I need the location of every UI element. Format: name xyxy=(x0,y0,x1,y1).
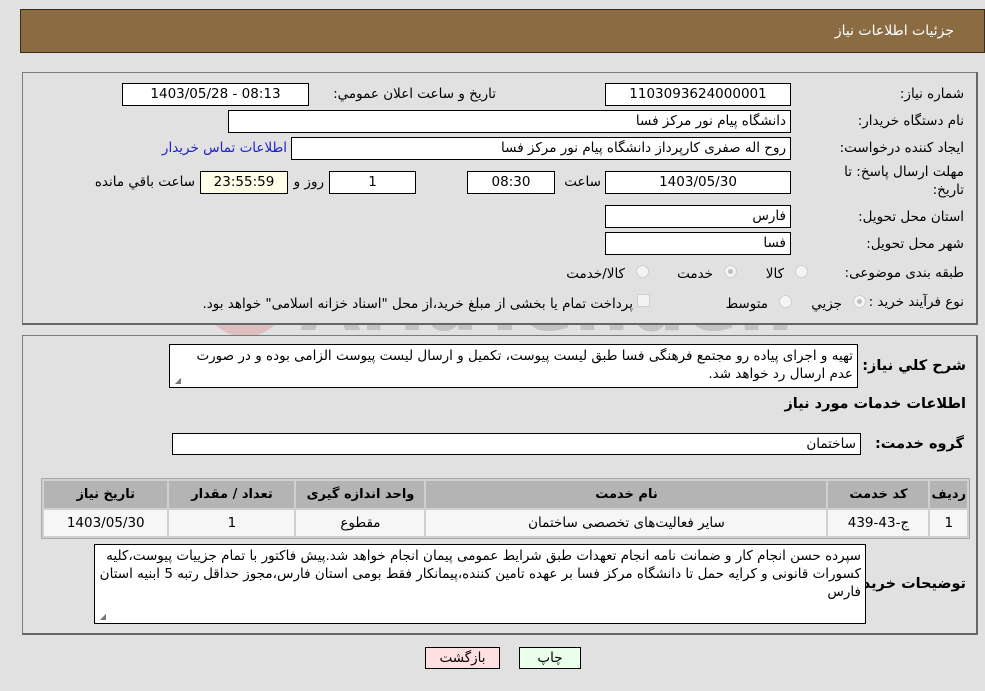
back-button[interactable]: بازگشت xyxy=(425,647,500,669)
process-minor-label: جزيي xyxy=(811,296,842,312)
page-header: جزئيات اطلاعات نياز xyxy=(20,9,985,53)
services-heading: اطلاعات خدمات مورد نياز xyxy=(784,396,966,412)
resize-grip-icon[interactable]: ◢ xyxy=(98,613,106,621)
days-label: روز و xyxy=(293,174,324,190)
buyer-contact-link[interactable]: اطلاعات تماس خريدار xyxy=(162,140,287,156)
city-field: فسا xyxy=(605,232,791,255)
cell-service-name: ساير فعاليت‌های تخصصی ساختمان xyxy=(426,510,827,536)
need-number-field: 1103093624000001 xyxy=(605,83,791,106)
announce-date-field: 1403/05/28 - 08:13 xyxy=(122,83,309,106)
category-goods-service-radio[interactable] xyxy=(636,265,649,278)
category-service-label: خدمت xyxy=(677,266,713,282)
creator-field: روح اله صفری کارپرداز دانشگاه پیام نور م… xyxy=(291,137,791,160)
cell-unit: مقطوع xyxy=(296,510,425,536)
col-row-number: رديف xyxy=(930,481,967,508)
deadline-time-field: 08:30 xyxy=(467,171,555,194)
print-button[interactable]: چاپ xyxy=(519,647,581,669)
summary-label: شرح کلي نياز: xyxy=(862,358,966,374)
category-goods-label: کالا xyxy=(765,266,784,282)
time-remaining-label: ساعت باقي مانده xyxy=(94,174,195,190)
province-field: فارس xyxy=(605,205,791,228)
deadline-label: مهلت ارسال پاسخ: تا xyxy=(844,164,964,180)
service-needs-panel: شرح کلي نياز: تهيه و اجرای پياده رو مجتم… xyxy=(22,335,978,635)
buyer-org-field: دانشگاه پیام نور مرکز فسا xyxy=(228,110,791,133)
col-service-code: کد خدمت xyxy=(828,481,929,508)
category-service-radio[interactable] xyxy=(724,265,737,278)
col-quantity: تعداد / مقدار xyxy=(169,481,295,508)
summary-text: تهيه و اجرای پياده رو مجتمع فرهنگی فسا ط… xyxy=(196,348,853,382)
need-details-panel: شماره نياز: 1103093624000001 تاريخ و ساع… xyxy=(22,72,978,325)
treasury-bonds-checkbox[interactable] xyxy=(637,294,650,307)
process-minor-radio[interactable] xyxy=(853,295,866,308)
process-medium-label: متوسط xyxy=(725,296,768,312)
col-need-date: تاريخ نياز xyxy=(44,481,168,508)
services-table: رديف کد خدمت نام خدمت واحد اندازه گيری ت… xyxy=(41,478,970,539)
category-goods-service-label: کالا/خدمت xyxy=(566,266,625,282)
deadline-date-field: 1403/05/30 xyxy=(605,171,791,194)
col-unit: واحد اندازه گيری xyxy=(296,481,425,508)
process-type-label: نوع فرآیند خرید : xyxy=(868,294,964,310)
service-group-field: ساختمان xyxy=(172,433,861,455)
table-header-row: رديف کد خدمت نام خدمت واحد اندازه گيری ت… xyxy=(44,481,967,508)
days-remaining-field: 1 xyxy=(329,171,416,194)
cell-quantity: 1 xyxy=(169,510,295,536)
announce-date-label: تاريخ و ساعت اعلان عمومي: xyxy=(333,86,496,102)
cell-row-number: 1 xyxy=(930,510,967,536)
time-remaining-field: 23:55:59 xyxy=(200,171,288,194)
creator-label: ايجاد کننده درخواست: xyxy=(839,140,964,156)
buyer-org-label: نام دستگاه خريدار: xyxy=(857,113,964,129)
cell-need-date: 1403/05/30 xyxy=(44,510,168,536)
process-medium-radio[interactable] xyxy=(779,295,792,308)
page-title: جزئيات اطلاعات نياز xyxy=(834,23,954,39)
buyer-notes-text: سپرده حسن انجام کار و ضمانت نامه انجام ت… xyxy=(99,548,861,600)
category-label: طبقه بندی موضوعی: xyxy=(844,265,964,281)
deadline-label-2: تاريخ: xyxy=(932,182,964,198)
province-label: استان محل تحويل: xyxy=(858,209,964,225)
service-group-label: گروه خدمت: xyxy=(874,436,964,452)
deadline-time-label: ساعت xyxy=(564,174,601,190)
resize-grip-icon[interactable]: ◢ xyxy=(173,377,181,385)
city-label: شهر محل تحويل: xyxy=(866,236,964,252)
col-service-name: نام خدمت xyxy=(426,481,827,508)
summary-textarea[interactable]: تهيه و اجرای پياده رو مجتمع فرهنگی فسا ط… xyxy=(169,344,858,388)
cell-service-code: ج-43-439 xyxy=(828,510,929,536)
need-number-label: شماره نياز: xyxy=(899,86,964,102)
treasury-bonds-text: پرداخت تمام يا بخشی از مبلغ خريد،از محل … xyxy=(202,296,633,312)
buyer-notes-textarea[interactable]: سپرده حسن انجام کار و ضمانت نامه انجام ت… xyxy=(94,544,866,624)
table-row: 1 ج-43-439 ساير فعاليت‌های تخصصی ساختمان… xyxy=(44,510,967,536)
category-goods-radio[interactable] xyxy=(795,265,808,278)
